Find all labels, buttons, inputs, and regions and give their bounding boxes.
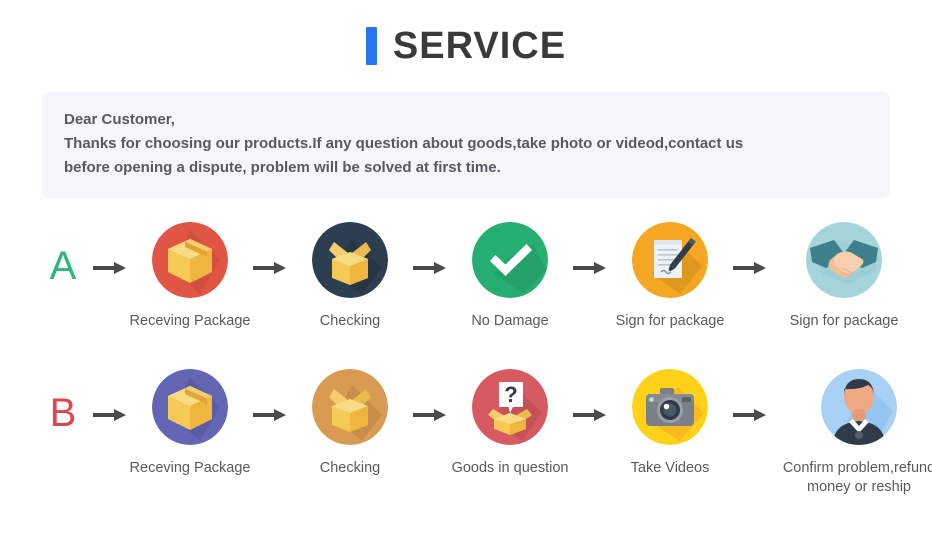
arrow-right-icon bbox=[86, 222, 134, 276]
arrow-right-icon bbox=[246, 222, 294, 276]
step-b-5[interactable]: Confirm problem,refund money or reship bbox=[774, 369, 932, 497]
step-b-1[interactable]: Receving Package bbox=[130, 369, 250, 478]
camera-icon bbox=[632, 369, 708, 445]
step-label: No Damage bbox=[471, 313, 549, 329]
arrow-right-icon bbox=[406, 369, 454, 423]
flow-row-b: B Receving Package Checking ? Goods in q… bbox=[0, 369, 932, 497]
customer-notice-banner: Dear Customer, Thanks for choosing our p… bbox=[42, 92, 890, 198]
step-b-2[interactable]: Checking bbox=[294, 369, 406, 478]
notice-line-1: Dear Customer, bbox=[64, 111, 175, 128]
title-accent-bar bbox=[365, 27, 377, 65]
svg-text:?: ? bbox=[504, 382, 517, 407]
page-title-text: SERVICE bbox=[392, 25, 567, 67]
step-label: Sign for package bbox=[789, 313, 899, 329]
step-label: Checking bbox=[319, 313, 381, 329]
arrow-right-icon bbox=[86, 369, 134, 423]
step-label: Confirm problem,refund money or reship bbox=[782, 460, 932, 495]
step-a-1[interactable]: Receving Package bbox=[130, 222, 250, 331]
question-box-icon: ? bbox=[472, 369, 548, 445]
arrow-right-icon bbox=[406, 222, 454, 276]
step-a-2[interactable]: Checking bbox=[294, 222, 406, 331]
handshake-icon bbox=[806, 222, 882, 298]
step-b-4[interactable]: Take Videos bbox=[614, 369, 726, 478]
person-icon bbox=[821, 369, 897, 445]
step-b-3[interactable]: ? Goods in question bbox=[451, 369, 569, 478]
closed-box-icon bbox=[152, 222, 228, 298]
check-mark-icon bbox=[472, 222, 548, 298]
flow-row-a: A Receving Package Checking No Damage Si… bbox=[0, 222, 932, 331]
step-label: Receving Package bbox=[129, 313, 251, 329]
step-label: Goods in question bbox=[451, 460, 569, 476]
page-title: SERVICE bbox=[0, 0, 932, 92]
notice-line-3: before opening a dispute, problem will b… bbox=[64, 159, 501, 176]
row-label-b: B bbox=[49, 391, 77, 435]
arrow-right-icon bbox=[566, 369, 614, 423]
document-pen-icon bbox=[632, 222, 708, 298]
row-label-a: A bbox=[49, 244, 77, 288]
arrow-right-icon bbox=[726, 369, 774, 423]
step-a-5[interactable]: Sign for package bbox=[774, 222, 914, 331]
step-label: Take Videos bbox=[630, 460, 710, 476]
arrow-right-icon bbox=[246, 369, 294, 423]
arrow-right-icon bbox=[566, 222, 614, 276]
step-a-4[interactable]: Sign for package bbox=[614, 222, 726, 331]
open-box-icon bbox=[312, 369, 388, 445]
arrow-right-icon bbox=[726, 222, 774, 276]
step-label: Receving Package bbox=[129, 460, 251, 476]
step-label: Sign for package bbox=[615, 313, 725, 329]
notice-line-2: Thanks for choosing our products.If any … bbox=[64, 135, 744, 152]
open-box-icon bbox=[312, 222, 388, 298]
step-label: Checking bbox=[319, 460, 381, 476]
step-a-3[interactable]: No Damage bbox=[454, 222, 566, 331]
closed-box-icon bbox=[152, 369, 228, 445]
